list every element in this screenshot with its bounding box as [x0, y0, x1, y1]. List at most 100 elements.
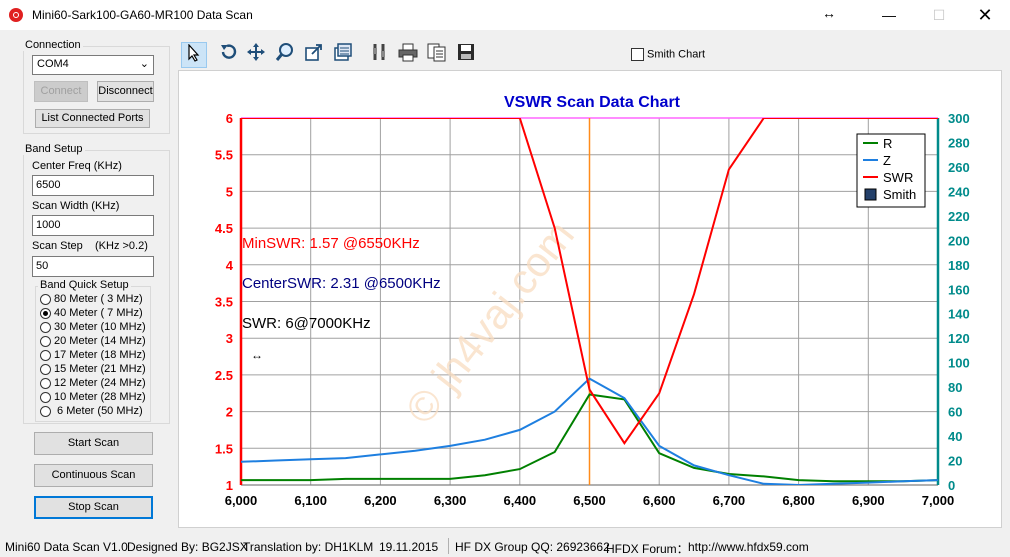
print-icon[interactable] — [395, 42, 421, 68]
legend-label-z: Z — [883, 153, 891, 168]
band-radio-label: 30 Meter (10 MHz) — [54, 321, 146, 334]
y-right-tick-label: 100 — [948, 356, 970, 371]
watermark-text: © jh4vaj.com — [396, 212, 583, 433]
band-radio-5[interactable]: 15 Meter (21 MHz) — [40, 363, 146, 376]
y-left-tick-label: 1 — [226, 478, 233, 493]
band-radio-1[interactable]: 40 Meter ( 7 MHz) — [40, 307, 143, 320]
center-swr-annotation: CenterSWR: 2.31 @6500KHz — [242, 275, 441, 292]
x-tick-label: 6,000 — [225, 493, 258, 508]
band-radio-label: 80 Meter ( 3 MHz) — [54, 293, 143, 306]
y-left-tick-label: 5 — [226, 184, 233, 199]
radio-circle-icon[interactable] — [40, 391, 51, 403]
pointer-icon[interactable] — [181, 42, 207, 68]
band-radio-2[interactable]: 30 Meter (10 MHz) — [40, 321, 146, 334]
band-radio-7[interactable]: 10 Meter (28 MHz) — [40, 391, 146, 404]
center-freq-label: Center Freq (KHz) — [32, 160, 122, 172]
chart-toolbar: Smith Chart — [178, 40, 1002, 70]
center-freq-input[interactable]: 6500 — [32, 175, 154, 196]
smith-chart-checkbox[interactable]: Smith Chart — [631, 48, 705, 61]
band-radio-label: 6 Meter (50 MHz) — [54, 405, 143, 418]
smith-chart-checkbox-box[interactable] — [631, 48, 644, 61]
connect-button[interactable]: Connect — [34, 81, 88, 102]
x-tick-label: 6,400 — [504, 493, 537, 508]
settings-icon[interactable] — [367, 42, 393, 68]
start-scan-button[interactable]: Start Scan — [34, 432, 153, 455]
radio-circle-icon[interactable] — [40, 377, 51, 389]
maximize-button[interactable]: ☐ — [916, 0, 962, 30]
radio-circle-icon[interactable] — [40, 405, 51, 417]
y-right-tick-label: 20 — [948, 454, 962, 469]
scan-step-hint: (KHz >0.2) — [95, 240, 148, 252]
list-ports-button[interactable]: List Connected Ports — [35, 109, 150, 128]
x-tick-label: 6,300 — [434, 493, 467, 508]
status-designer: Designed By: BG2JSX — [127, 540, 248, 554]
undo-icon[interactable] — [215, 42, 241, 68]
radio-circle-icon[interactable] — [40, 307, 51, 319]
radio-circle-icon[interactable] — [40, 363, 51, 375]
cursor-swr-annotation: SWR: 6@7000KHz — [242, 315, 371, 332]
y-right-tick-label: 280 — [948, 135, 970, 150]
band-radio-8[interactable]: 6 Meter (50 MHz) — [40, 405, 143, 418]
zoom-icon[interactable] — [272, 42, 298, 68]
y-left-tick-label: 3.5 — [215, 295, 233, 310]
y-right-tick-label: 0 — [948, 478, 955, 493]
band-radio-label: 20 Meter (14 MHz) — [54, 335, 146, 348]
chevron-down-icon: ⌄ — [139, 58, 149, 70]
radio-circle-icon[interactable] — [40, 321, 51, 333]
status-separator — [448, 538, 449, 554]
connection-group-title: Connection — [23, 39, 83, 51]
x-tick-label: 6,800 — [782, 493, 815, 508]
radio-circle-icon[interactable] — [40, 335, 51, 347]
save-icon[interactable] — [453, 42, 479, 68]
scan-width-input[interactable]: 1000 — [32, 215, 154, 236]
band-radio-label: 12 Meter (24 MHz) — [54, 377, 146, 390]
chart-title: VSWR Scan Data Chart — [504, 94, 681, 111]
y-left-tick-label: 6 — [226, 111, 233, 126]
close-button[interactable]: ✕ — [962, 0, 1008, 30]
x-tick-label: 6,900 — [852, 493, 885, 508]
disconnect-button[interactable]: Disconnect — [97, 81, 154, 102]
y-left-tick-label: 4 — [226, 258, 234, 273]
data-icon[interactable] — [330, 42, 356, 68]
scan-step-input[interactable]: 50 — [32, 256, 154, 277]
y-left-tick-label: 4.5 — [215, 221, 233, 236]
x-tick-label: 6,500 — [573, 493, 606, 508]
y-left-tick-label: 3 — [226, 331, 233, 346]
band-radio-4[interactable]: 17 Meter (18 MHz) — [40, 349, 146, 362]
stop-scan-button[interactable]: Stop Scan — [34, 496, 153, 519]
band-radio-0[interactable]: 80 Meter ( 3 MHz) — [40, 293, 143, 306]
band-radio-label: 17 Meter (18 MHz) — [54, 349, 146, 362]
min-swr-annotation: MinSWR: 1.57 @6550KHz — [242, 235, 420, 252]
status-bar: Mini60 Data Scan V1.0 Designed By: BG2JS… — [0, 536, 1010, 556]
y-right-tick-label: 80 — [948, 380, 962, 395]
status-app: Mini60 Data Scan V1.0 — [5, 540, 128, 554]
y-left-tick-label: 1.5 — [215, 441, 233, 456]
status-url: http://www.hfdx59.com — [688, 540, 809, 554]
pan-icon[interactable] — [243, 42, 269, 68]
x-tick-label: 6,200 — [364, 493, 397, 508]
radio-circle-icon[interactable] — [40, 349, 51, 361]
vswr-chart[interactable]: 6,000 6,100 6,200 6,300 6,400 6,500 6,600 6,700… — [179, 71, 1003, 529]
y-right-tick-label: 240 — [948, 184, 970, 199]
window-title: Mini60-Sark100-GA60-MR100 Data Scan — [32, 8, 253, 22]
y-right-tick-label: 120 — [948, 331, 970, 346]
y-left-tick-label: 2 — [226, 405, 233, 420]
resize-cursor-icon: ↔ — [251, 348, 263, 362]
band-radio-3[interactable]: 20 Meter (14 MHz) — [40, 335, 146, 348]
continuous-scan-button[interactable]: Continuous Scan — [34, 464, 153, 487]
scan-width-label: Scan Width (KHz) — [32, 200, 120, 212]
port-select[interactable]: COM4 ⌄ — [32, 55, 154, 75]
band-quick-setup-title: Band Quick Setup — [38, 279, 131, 291]
copy-icon[interactable] — [424, 42, 450, 68]
radio-circle-icon[interactable] — [40, 293, 51, 305]
band-radio-label: 10 Meter (28 MHz) — [54, 391, 146, 404]
status-group: HF DX Group QQ: 26923662 — [455, 540, 610, 554]
x-tick-label: 7,000 — [922, 493, 955, 508]
minimize-button[interactable]: — — [866, 0, 912, 30]
band-radio-6[interactable]: 12 Meter (24 MHz) — [40, 377, 146, 390]
smith-chart-label: Smith Chart — [647, 48, 706, 61]
y-right-tick-label: 260 — [948, 160, 970, 175]
legend-swatch-smith — [864, 188, 877, 201]
zoom-box-icon[interactable] — [301, 42, 327, 68]
resize-cursor-icon: ↔ — [822, 5, 836, 21]
